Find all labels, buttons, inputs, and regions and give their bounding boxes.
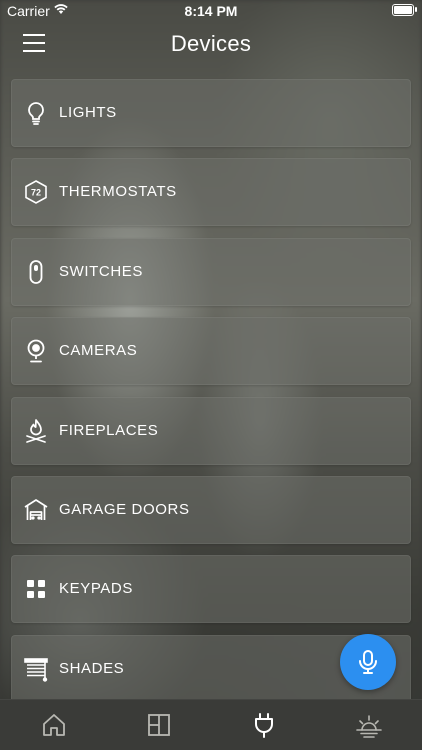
fireplace-icon (23, 418, 49, 444)
tab-rooms[interactable] (106, 700, 211, 750)
device-tile-cameras[interactable]: CAMERAS (11, 317, 411, 386)
device-tile-switches[interactable]: SWITCHES (11, 237, 411, 306)
home-icon (42, 714, 65, 736)
switch-icon (23, 259, 49, 285)
device-tile-fireplaces[interactable]: FIREPLACES (11, 396, 411, 465)
device-category-list: LIGHTS 72 THERMOSTATS SWITCHES CAMERAS F… (11, 79, 411, 714)
keypad-icon (23, 576, 49, 602)
garage-icon (23, 497, 49, 523)
rooms-icon (147, 714, 170, 736)
thermostat-icon: 72 (23, 179, 49, 205)
device-tile-label: SHADES (59, 659, 125, 677)
plug-icon (254, 713, 273, 738)
device-tile-label: FIREPLACES (59, 421, 159, 439)
battery-tip (415, 7, 417, 12)
clock: 8:14 PM (184, 3, 238, 19)
device-tile-lights[interactable]: LIGHTS (11, 79, 411, 147)
status-bar: Carrier 8:14 PM (0, 0, 422, 22)
battery-icon (392, 4, 414, 16)
device-tile-label: GARAGE DOORS (59, 500, 190, 518)
tab-scenes[interactable] (316, 700, 421, 750)
microphone-icon (359, 650, 377, 674)
scenes-icon (355, 715, 382, 738)
device-tile-keypads[interactable]: KEYPADS (11, 555, 411, 624)
tab-home[interactable] (1, 700, 106, 750)
thermostat-icon-text: 72 (31, 188, 41, 198)
tab-bar (0, 699, 422, 750)
device-tile-label: SWITCHES (59, 262, 143, 280)
tab-devices[interactable] (211, 700, 316, 750)
device-tile-label: KEYPADS (59, 580, 133, 598)
device-tile-label: THERMOSTATS (59, 183, 177, 201)
header: Devices (0, 22, 422, 68)
device-tile-thermostats[interactable]: 72 THERMOSTATS (11, 158, 411, 227)
lightbulb-icon (23, 100, 49, 126)
shades-icon (23, 656, 49, 682)
device-tile-garage-doors[interactable]: GARAGE DOORS (11, 475, 411, 544)
device-tile-label: CAMERAS (59, 342, 138, 360)
device-tile-label: LIGHTS (59, 104, 117, 121)
page-title: Devices (170, 31, 252, 56)
voice-command-button[interactable] (340, 634, 396, 690)
camera-icon (23, 338, 49, 364)
